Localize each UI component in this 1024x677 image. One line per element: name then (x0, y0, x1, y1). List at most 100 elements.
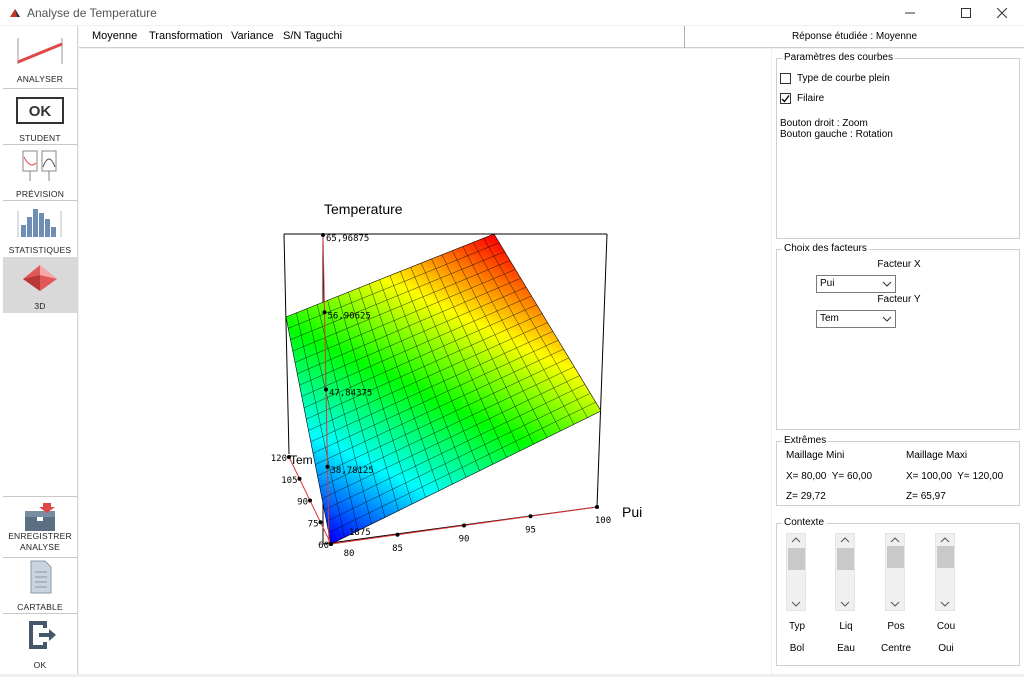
filled-curve-checkbox[interactable] (780, 73, 791, 84)
max-z: Z= 65,97 (906, 491, 946, 502)
sidebar-item-student[interactable]: OK STUDENT (3, 89, 77, 145)
wireframe-checkbox[interactable] (780, 93, 791, 104)
y-tick-label: 60 (318, 541, 329, 551)
context-slider-pos[interactable] (885, 533, 905, 611)
exit-icon (29, 621, 56, 649)
x-tick-dot (528, 514, 533, 519)
z-tick-dot (324, 387, 328, 392)
minimize-icon (905, 12, 915, 13)
x-tick-label: 100 (595, 516, 611, 526)
params-group: Paramètres des courbes Type de courbe pl… (776, 52, 1020, 239)
checkmark-icon (781, 95, 790, 103)
app-icon (10, 9, 20, 17)
wireframe-label: Filaire (797, 93, 825, 104)
extremes-group: Extrêmes Maillage Mini Maillage Maxi X= … (776, 435, 1020, 506)
menu-transformation[interactable]: Transformation (149, 30, 223, 42)
y-tick-dot (297, 476, 302, 481)
context-legend: Contexte (782, 517, 827, 528)
sidebar-item-ok[interactable]: OK (3, 616, 77, 672)
y-tick-dot (308, 498, 312, 503)
y-tick-dot (318, 520, 323, 525)
sidebar-item-analyser[interactable]: ANALYSER (3, 30, 77, 86)
x-tick-dot (462, 523, 466, 528)
statistics-icon (17, 209, 62, 237)
sidebar-item-label: PRÉVISION (15, 189, 65, 199)
x-tick-label: 80 (344, 549, 355, 559)
menu-moyenne[interactable]: Moyenne (92, 30, 137, 42)
chevron-down-icon (791, 601, 801, 607)
y-axis-label: Tem (290, 453, 313, 467)
max-xy: X= 100,00 Y= 120,00 (906, 471, 1004, 482)
menu-variance[interactable]: Variance (231, 30, 274, 42)
min-z: Z= 29,72 (786, 491, 826, 502)
sidebar-item-prevision[interactable]: PRÉVISION (3, 145, 77, 201)
slider-thumb[interactable] (887, 546, 904, 568)
chevron-down-icon (890, 601, 900, 607)
close-icon (997, 7, 1007, 18)
context-slider-typ[interactable] (786, 533, 806, 611)
context-top-label: Typ (788, 621, 806, 632)
hint-rotation: Bouton gauche : Rotation (780, 129, 893, 140)
context-slider-cou[interactable] (935, 533, 955, 611)
response-label: Réponse étudiée : Moyenne (684, 26, 1024, 48)
chevron-down-icon (840, 601, 850, 607)
z-tick-label: 38,78125 (331, 466, 374, 476)
extremes-legend: Extrêmes (782, 435, 829, 446)
context-top-label: Pos (887, 621, 905, 632)
z-tick-label: 56,90625 (328, 311, 371, 321)
svg-text:OK: OK (29, 103, 52, 120)
chevron-down-icon (882, 281, 892, 287)
z-tick-dot (325, 464, 330, 469)
z-tick-dot (321, 233, 325, 237)
close-button[interactable] (979, 0, 1024, 25)
factor-y-select[interactable]: Tem (816, 310, 896, 328)
plot-area[interactable]: 80 85 90 95 100 60 75 90 105 120 65,96875 56,90625 4… (79, 49, 771, 674)
factor-y-value: Tem (820, 313, 839, 324)
y-tick-label: 90 (297, 498, 308, 508)
context-top-label: Cou (936, 621, 956, 632)
surface-plot[interactable]: 80 85 90 95 100 60 75 90 105 120 65,96875 56,90625 4… (79, 49, 771, 674)
filled-curve-label: Type de courbe plein (797, 73, 890, 84)
x-tick-label: 90 (459, 535, 470, 545)
sidebar-item-label: STATISTIQUES (8, 245, 72, 255)
factor-y-label: Facteur Y (877, 294, 921, 305)
chevron-up-icon (940, 537, 950, 543)
analyser-icon (17, 38, 63, 64)
factor-x-select[interactable]: Pui (816, 275, 896, 293)
y-tick-label: 105 (281, 476, 297, 486)
x-axis-label: Pui (622, 504, 642, 520)
min-xy: X= 80,00 Y= 60,00 (786, 471, 873, 482)
slider-thumb[interactable] (788, 548, 805, 570)
chart-title: Temperature (324, 201, 403, 217)
chevron-down-icon (940, 601, 950, 607)
chevron-up-icon (890, 537, 900, 543)
minimize-button[interactable] (887, 0, 933, 25)
sidebar-item-save-analysis[interactable]: ENREGISTRER ANALYSE (3, 499, 77, 555)
sidebar-item-label: STUDENT (19, 133, 61, 143)
slider-thumb[interactable] (937, 546, 954, 568)
sidebar-item-3d[interactable]: 3D (3, 257, 77, 313)
sidebar-item-statistiques[interactable]: STATISTIQUES (3, 201, 77, 257)
context-bottom-label: Oui (938, 643, 954, 654)
sidebar-item-cartable[interactable]: CARTABLE (3, 558, 77, 614)
max-title: Maillage Maxi (906, 450, 968, 461)
min-title: Maillage Mini (786, 450, 845, 461)
z-tick-label: 65,96875 (326, 234, 369, 244)
params-legend: Paramètres des courbes (782, 52, 895, 63)
context-bottom-label: Bol (789, 643, 805, 654)
slider-thumb[interactable] (837, 548, 854, 570)
z-tick-label: 47,84375 (329, 389, 372, 399)
context-slider-liq[interactable] (835, 533, 855, 611)
x-tick-label: 95 (525, 525, 536, 535)
ok-box-icon: OK (16, 97, 64, 124)
3d-surface-icon (23, 265, 57, 291)
right-panel: Paramètres des courbes Type de courbe pl… (772, 49, 1024, 674)
x-tick-dot (395, 532, 400, 537)
sidebar-item-label: CARTABLE (17, 602, 63, 612)
y-tick-dot (329, 542, 333, 546)
z-tick-partial-label: 1875 (349, 528, 371, 538)
sidebar-item-label: 3D (34, 301, 46, 311)
title-bar: Analyse de Temperature (0, 0, 1024, 25)
menu-sn-taguchi[interactable]: S/N Taguchi (283, 30, 342, 42)
factors-group: Choix des facteurs Facteur X Pui Facteur… (776, 243, 1020, 430)
